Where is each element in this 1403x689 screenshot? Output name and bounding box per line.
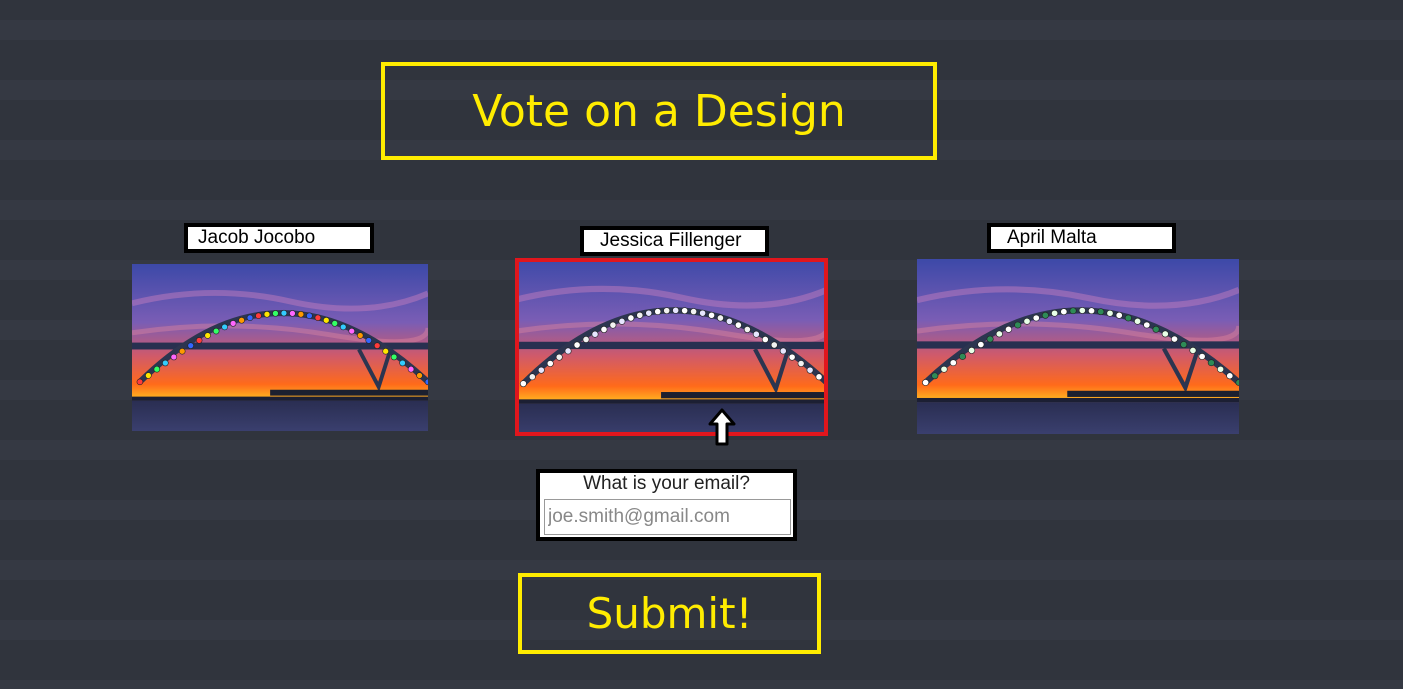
designer-name-1: Jacob Jocobo xyxy=(198,227,316,248)
designer-name-2: Jessica Fillenger xyxy=(600,230,742,251)
email-form: What is your email? xyxy=(536,469,797,541)
designer-name-tag-3: April Malta xyxy=(987,223,1176,253)
design-option-jacob[interactable] xyxy=(132,264,428,431)
design-option-april[interactable] xyxy=(917,259,1239,434)
email-label: What is your email? xyxy=(583,473,750,494)
submit-button[interactable]: Submit! xyxy=(518,573,821,654)
designer-name-tag-2: Jessica Fillenger xyxy=(580,226,769,256)
design-option-jessica[interactable] xyxy=(515,258,828,436)
page-title: Vote on a Design xyxy=(381,62,937,160)
page-title-text: Vote on a Design xyxy=(472,85,846,137)
email-input[interactable] xyxy=(544,499,791,535)
designer-name-3: April Malta xyxy=(1007,227,1097,248)
mouse-pointer-icon xyxy=(708,408,736,446)
submit-button-label: Submit! xyxy=(586,589,753,638)
designer-name-tag-1: Jacob Jocobo xyxy=(184,223,374,253)
